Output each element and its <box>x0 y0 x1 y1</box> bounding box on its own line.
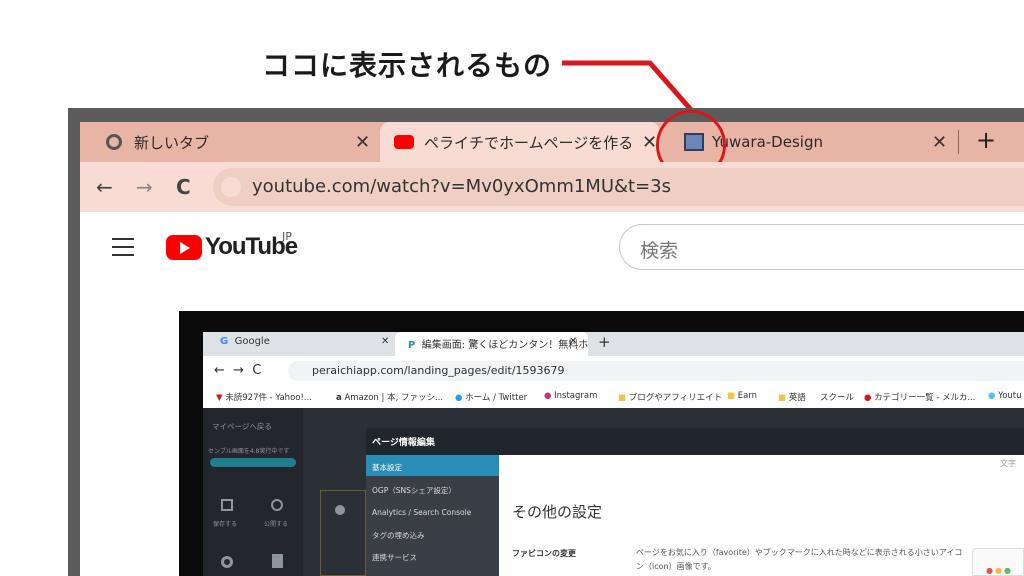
tab-peraichi-video[interactable]: ペライチでホームページを作る方法を初 ✕ <box>380 122 660 162</box>
video-url: peraichiapp.com/landing_pages/edit/15936… <box>312 364 565 377</box>
sidebar-back-link: マイページへ戻る <box>212 422 272 431</box>
bookmark-item: ■ 英語 <box>778 393 806 403</box>
bookmark-item: ● Youtu <box>988 391 1022 401</box>
menu-item-services: 連携サービス <box>372 553 417 562</box>
canvas-handle-icon <box>335 505 345 515</box>
site-settings-icon[interactable] <box>221 177 241 197</box>
bookmark-item: ● Instagram <box>544 391 598 401</box>
youtube-logo[interactable]: YouTube <box>166 233 298 261</box>
bookmark-item: スクール <box>820 393 855 403</box>
close-icon[interactable]: ✕ <box>355 132 370 153</box>
editor-sidebar <box>203 408 303 576</box>
search-input[interactable] <box>619 224 1024 270</box>
youtube-play-icon <box>166 234 202 260</box>
bookmark-item: ▼ 未読927件 - Yahoo!... <box>216 393 312 403</box>
bookmark-item: ■ Earn <box>727 391 758 401</box>
chrome-icon <box>106 134 122 150</box>
close-icon: ✕ <box>381 336 390 347</box>
new-tab-button[interactable]: + <box>976 126 996 154</box>
close-icon[interactable]: ✕ <box>642 132 657 153</box>
back-button[interactable]: ← <box>96 175 113 199</box>
ghost-text: 文字 <box>1000 459 1016 468</box>
sidebar-badge <box>210 458 296 467</box>
bookmark-item: ■ ブログやアフィリエイト <box>618 393 723 403</box>
video-tab-strip <box>203 332 1024 356</box>
dialog-header <box>366 428 1024 455</box>
video-tab-google: G Google <box>220 336 270 347</box>
bookmark-item: ● カテゴリー一覧 - メルカ... <box>864 393 976 403</box>
video-tab-edit: P 編集画面: 驚くほどカンタン！無料ホ <box>408 340 589 351</box>
url-text[interactable]: youtube.com/watch?v=Mv0yxOmm1MU&t=3s <box>252 176 671 197</box>
editor-canvas-frame <box>320 490 366 576</box>
video-new-tab: + <box>598 333 611 351</box>
save-icon <box>221 499 233 511</box>
forward-button[interactable]: → <box>136 175 153 199</box>
dialog-title: ページ情報編集 <box>372 438 435 448</box>
menu-item-basic: 基本設定 <box>372 463 402 472</box>
region-label: JP <box>282 230 292 243</box>
search-placeholder: 検索 <box>640 240 679 262</box>
bookmark-item: ● ホーム / Twitter <box>455 393 528 403</box>
youtube-icon <box>394 135 414 149</box>
window-dots-icon: ●●● <box>986 566 1013 575</box>
menu-icon[interactable] <box>112 238 134 262</box>
sidebar-status: センブル画面を4.8実行中です <box>208 448 290 455</box>
menu-item-tags: タグの埋め込み <box>372 531 425 540</box>
tab-divider <box>958 130 959 154</box>
publish-label: 公開する <box>264 521 289 528</box>
gear-icon <box>221 556 233 568</box>
settings-heading: その他の設定 <box>512 503 603 521</box>
publish-icon <box>271 499 283 511</box>
favicon-setting-description: ページをお気に入り（favorite）やブックマークに入れた時などに表示される小… <box>636 548 963 571</box>
reload-button[interactable]: C <box>176 175 191 199</box>
close-icon: ✕ <box>569 336 578 347</box>
favicon-setting-label: ファビコンの変更 <box>512 549 576 558</box>
back-icon: ← → C <box>214 363 262 378</box>
tab-new-tab[interactable]: 新しいタブ ✕ <box>100 122 385 162</box>
document-icon <box>272 554 283 568</box>
save-label: 保存する <box>213 521 238 528</box>
close-icon[interactable]: ✕ <box>932 132 947 153</box>
menu-item-analytics: Analytics / Search Console <box>372 508 472 517</box>
tab-label: 新しいタブ <box>134 133 210 152</box>
menu-item-ogp: OGP（SNSシェア設定） <box>372 486 456 495</box>
tab-label: Yuwara-Design <box>712 133 823 151</box>
bookmark-item: a Amazon | 本, ファッシ... <box>336 393 444 403</box>
tab-label: ペライチでホームページを作る方法を初 <box>424 133 634 152</box>
